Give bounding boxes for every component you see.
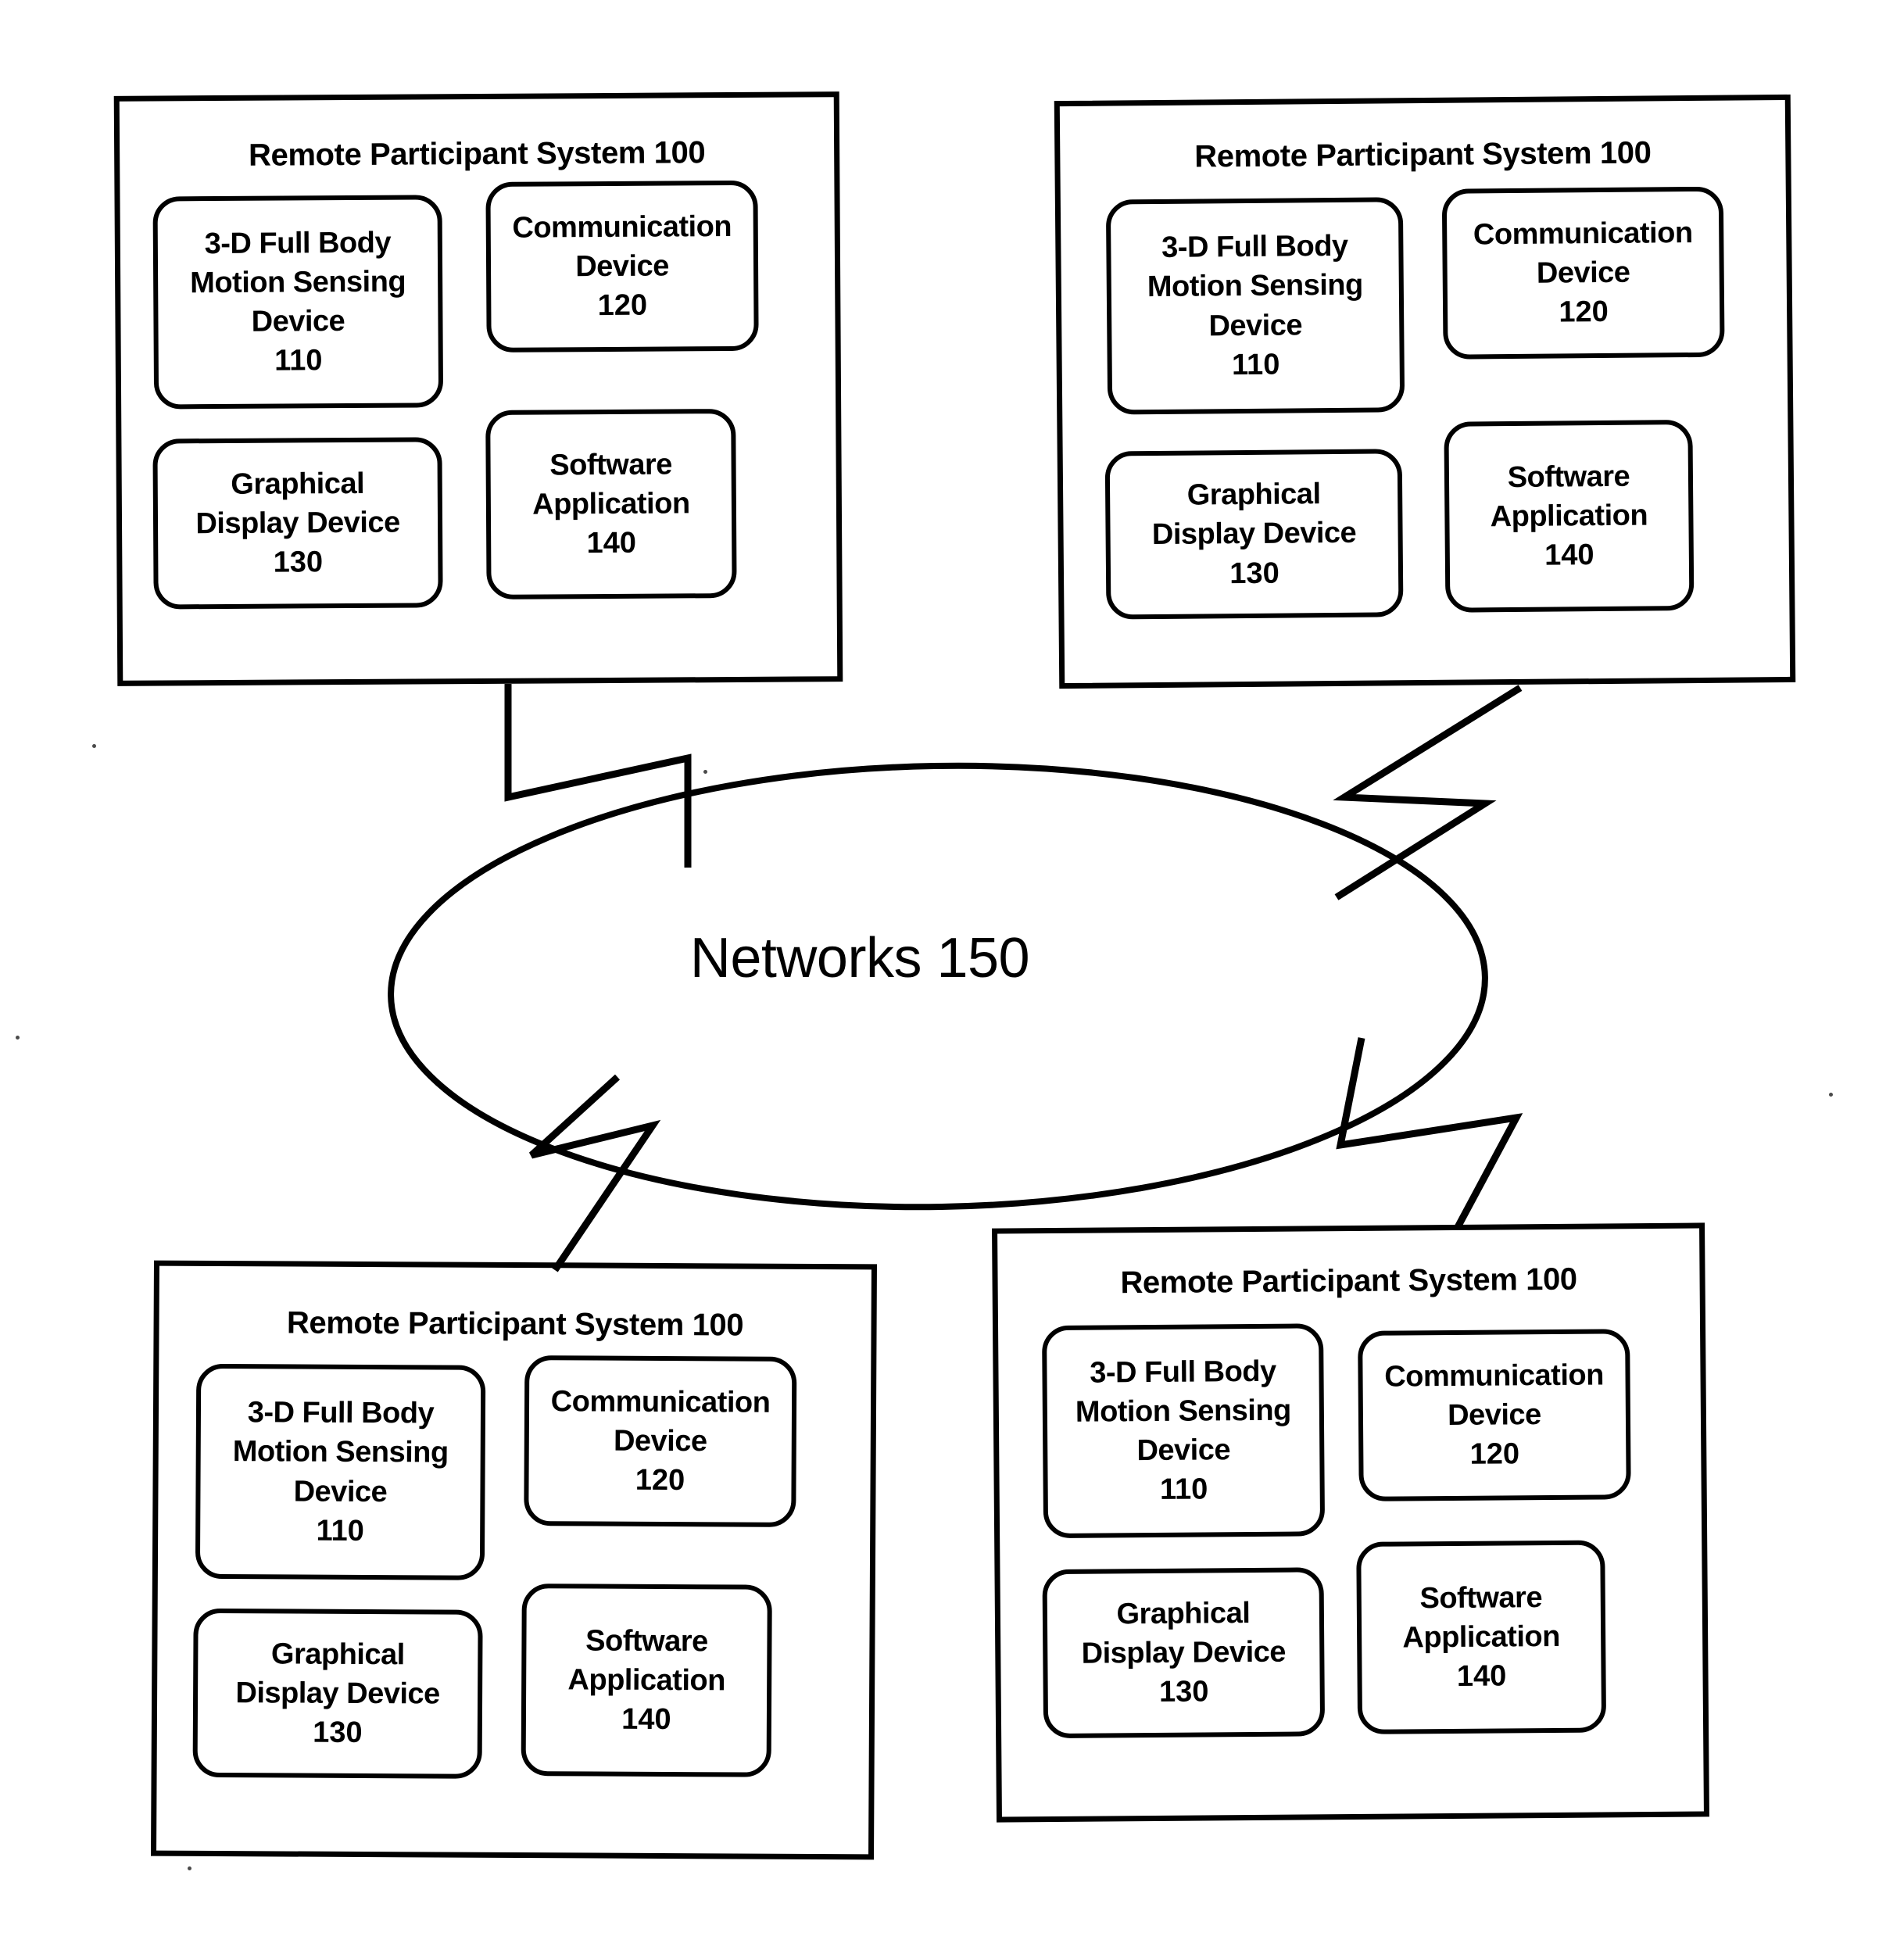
block-line-1: Graphical bbox=[270, 1637, 405, 1672]
block-motion-sensing-device[interactable]: 3-D Full Body Motion Sensing Device 110 bbox=[195, 1363, 486, 1580]
block-number: 120 bbox=[635, 1463, 685, 1498]
block-number: 130 bbox=[1229, 556, 1279, 590]
system-box-top-left[interactable]: Remote Participant System 100 3-D Full B… bbox=[113, 91, 843, 686]
scan-speck bbox=[1829, 1093, 1833, 1097]
system-box-bottom-right[interactable]: Remote Participant System 100 3-D Full B… bbox=[992, 1222, 1709, 1823]
block-number: 140 bbox=[621, 1702, 671, 1737]
block-software-application[interactable]: Software Application 140 bbox=[485, 408, 737, 599]
figure-canvas: Networks 150 Remote Participant System 1… bbox=[0, 0, 1904, 1954]
network-label: Networks 150 bbox=[689, 927, 1030, 990]
block-graphical-display-device[interactable]: Graphical Display Device 130 bbox=[1042, 1567, 1326, 1739]
system-title: Remote Participant System 100 bbox=[248, 135, 706, 173]
block-line-1: Software bbox=[1419, 1580, 1543, 1616]
block-line-2: Display Device bbox=[1151, 517, 1357, 552]
block-software-application[interactable]: Software Application 140 bbox=[521, 1584, 772, 1777]
system-box-top-right[interactable]: Remote Participant System 100 3-D Full B… bbox=[1054, 94, 1796, 689]
block-line-2: Motion Sensing bbox=[190, 265, 406, 300]
block-number: 130 bbox=[273, 546, 324, 579]
block-motion-sensing-device[interactable]: 3-D Full Body Motion Sensing Device 110 bbox=[1042, 1323, 1326, 1539]
block-line-3: Device bbox=[1208, 308, 1303, 342]
block-number: 110 bbox=[274, 344, 323, 378]
block-communication-device[interactable]: Communication Device 120 bbox=[1358, 1329, 1631, 1501]
block-number: 130 bbox=[1158, 1675, 1209, 1709]
system-title: Remote Participant System 100 bbox=[286, 1305, 744, 1343]
block-number: 110 bbox=[1231, 348, 1280, 381]
block-number: 120 bbox=[1559, 295, 1609, 329]
system-title: Remote Participant System 100 bbox=[1194, 135, 1652, 174]
block-line-2: Device bbox=[1447, 1398, 1541, 1432]
scan-speck bbox=[92, 744, 96, 748]
block-line-1: 3-D Full Body bbox=[247, 1396, 435, 1430]
block-line-1: Communication bbox=[512, 209, 732, 245]
block-number: 140 bbox=[1544, 539, 1594, 572]
block-line-1: Graphical bbox=[1116, 1596, 1251, 1631]
block-number: 120 bbox=[597, 288, 648, 323]
block-line-2: Device bbox=[575, 249, 669, 284]
block-line-2: Display Device bbox=[1081, 1635, 1287, 1670]
scan-speck bbox=[188, 1866, 191, 1870]
block-line-2: Motion Sensing bbox=[1147, 269, 1363, 304]
block-line-2: Motion Sensing bbox=[1075, 1394, 1291, 1429]
block-line-1: 3-D Full Body bbox=[1090, 1355, 1276, 1390]
block-line-1: Communication bbox=[1473, 216, 1693, 252]
block-line-1: Graphical bbox=[1186, 478, 1321, 512]
block-communication-device[interactable]: Communication Device 120 bbox=[1441, 186, 1725, 360]
block-line-1: Software bbox=[585, 1624, 708, 1659]
connector-top-right bbox=[1333, 685, 1523, 900]
block-communication-device[interactable]: Communication Device 120 bbox=[485, 180, 759, 353]
block-number: 130 bbox=[313, 1716, 363, 1750]
system-title: Remote Participant System 100 bbox=[1120, 1262, 1577, 1301]
block-line-3: Device bbox=[251, 305, 345, 338]
block-line-2: Motion Sensing bbox=[232, 1435, 449, 1469]
block-motion-sensing-device[interactable]: 3-D Full Body Motion Sensing Device 110 bbox=[1105, 197, 1405, 415]
block-graphical-display-device[interactable]: Graphical Display Device 130 bbox=[1104, 449, 1404, 620]
block-line-2: Application bbox=[567, 1663, 725, 1698]
block-number: 120 bbox=[1469, 1437, 1520, 1471]
block-motion-sensing-device[interactable]: 3-D Full Body Motion Sensing Device 110 bbox=[152, 195, 444, 410]
block-line-1: Software bbox=[549, 448, 672, 482]
block-graphical-display-device[interactable]: Graphical Display Device 130 bbox=[192, 1608, 483, 1779]
block-line-2: Device bbox=[1536, 256, 1630, 290]
block-number: 110 bbox=[1159, 1473, 1208, 1507]
block-line-1: Graphical bbox=[231, 467, 365, 501]
scan-speck bbox=[703, 770, 707, 774]
block-line-1: 3-D Full Body bbox=[1161, 230, 1348, 265]
block-line-1: Communication bbox=[550, 1385, 771, 1419]
block-line-2: Display Device bbox=[195, 506, 400, 541]
block-software-application[interactable]: Software Application 140 bbox=[1356, 1540, 1607, 1734]
block-line-2: Device bbox=[613, 1424, 707, 1458]
connector-bottom-right bbox=[1336, 1037, 1523, 1229]
block-line-1: Communication bbox=[1384, 1358, 1605, 1394]
block-software-application[interactable]: Software Application 140 bbox=[1444, 420, 1695, 613]
block-line-2: Application bbox=[1402, 1619, 1561, 1655]
block-line-2: Application bbox=[1490, 499, 1648, 534]
block-line-1: Software bbox=[1507, 460, 1630, 494]
block-number: 110 bbox=[316, 1514, 364, 1548]
block-number: 140 bbox=[586, 526, 637, 560]
block-graphical-display-device[interactable]: Graphical Display Device 130 bbox=[152, 437, 443, 610]
scan-speck bbox=[16, 1036, 20, 1040]
system-box-bottom-left[interactable]: Remote Participant System 100 3-D Full B… bbox=[151, 1260, 877, 1860]
block-line-3: Device bbox=[293, 1475, 388, 1508]
block-line-2: Display Device bbox=[235, 1677, 440, 1711]
block-line-2: Application bbox=[532, 487, 690, 521]
block-communication-device[interactable]: Communication Device 120 bbox=[524, 1355, 797, 1527]
block-line-1: 3-D Full Body bbox=[204, 226, 392, 260]
block-line-3: Device bbox=[1136, 1433, 1231, 1468]
block-number: 140 bbox=[1456, 1659, 1507, 1694]
